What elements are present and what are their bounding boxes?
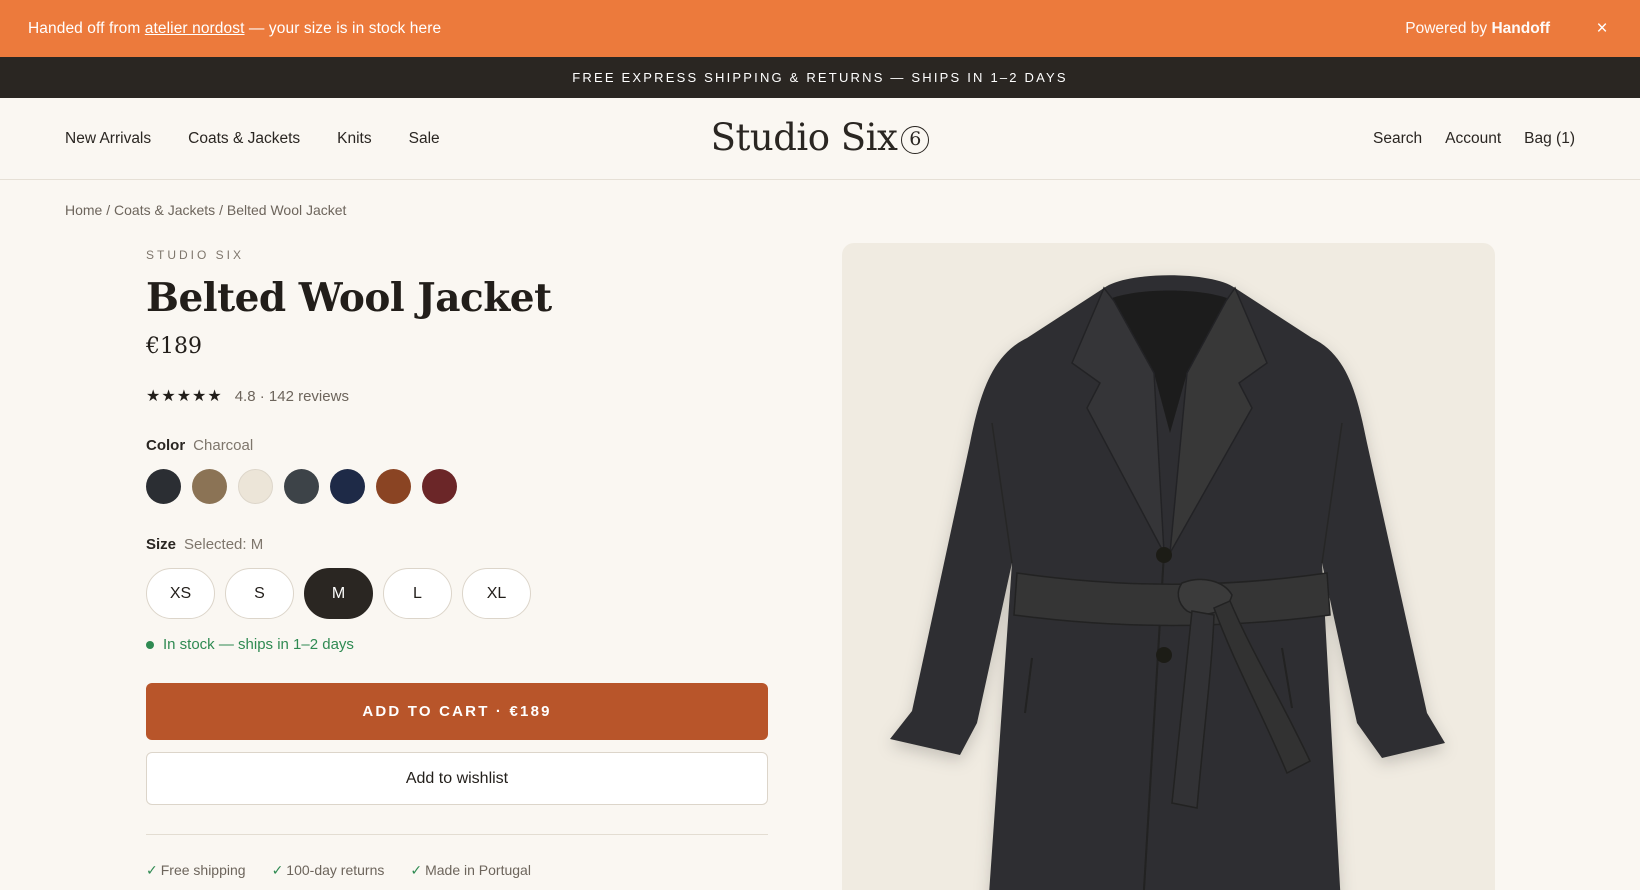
site-header: New Arrivals Coats & Jackets Knits Sale … [0, 98, 1640, 180]
rating-text: 4.8 · 142 reviews [234, 387, 349, 405]
in-stock-dot-icon [146, 640, 154, 649]
size-s-button[interactable]: S [225, 568, 294, 619]
divider [146, 834, 768, 835]
breadcrumb-home[interactable]: Home [65, 202, 102, 218]
breadcrumb-category[interactable]: Coats & Jackets [114, 202, 215, 218]
perk-item: ✓ Made in Portugal [410, 862, 531, 879]
product-brand: STUDIO SIX [146, 248, 245, 262]
nav-bag[interactable]: Bag (1) [1524, 130, 1575, 148]
product-rating[interactable]: ★★★★★ 4.8 · 142 reviews [146, 386, 349, 406]
close-icon[interactable]: × [1592, 18, 1612, 40]
powered-by: Powered by Handoff [1405, 20, 1550, 38]
color-label-title: Color [146, 437, 186, 454]
check-icon: ✓ [271, 862, 284, 878]
stock-text: In stock — ships in 1–2 days [163, 636, 354, 653]
swatch-burgundy[interactable] [422, 469, 457, 504]
swatch-camel[interactable] [192, 469, 227, 504]
color-value: Charcoal [193, 437, 254, 454]
star-rating-icon: ★★★★★ [146, 388, 223, 405]
breadcrumb-current: Belted Wool Jacket [226, 202, 347, 218]
stock-status: In stock — ships in 1–2 days [146, 636, 354, 653]
utility-nav: Search Account Bag (1) [1373, 98, 1575, 180]
powered-brand: Handoff [1491, 19, 1550, 37]
size-label-title: Size [146, 536, 177, 553]
handoff-suffix: — your size is in stock here [244, 19, 442, 37]
shipping-banner: FREE EXPRESS SHIPPING & RETURNS — SHIPS … [0, 57, 1640, 98]
check-icon: ✓ [146, 862, 158, 878]
perks-list: ✓ Free shipping ✓ 100-day returns ✓ Made in… [146, 862, 531, 879]
swatch-cream[interactable] [238, 469, 273, 504]
perk-text: 100-day returns [286, 862, 385, 878]
handoff-banner: Handed off from atelier nordost — your s… [0, 0, 1640, 57]
breadcrumb: Home / Coats & Jackets / Belted Wool Jac… [65, 202, 347, 218]
add-to-wishlist-button[interactable]: Add to wishlist [146, 752, 768, 805]
product-image[interactable] [842, 243, 1495, 890]
swatch-rust[interactable] [376, 469, 411, 504]
nav-account[interactable]: Account [1445, 130, 1501, 148]
swatch-slate[interactable] [284, 469, 319, 504]
perk-text: Made in Portugal [425, 862, 531, 878]
size-xl-button[interactable]: XL [462, 568, 531, 619]
check-icon: ✓ [410, 862, 423, 878]
nav-search[interactable]: Search [1373, 130, 1422, 148]
handoff-message: Handed off from atelier nordost — your s… [28, 20, 1405, 38]
handoff-prefix: Handed off from [28, 19, 145, 37]
swatch-navy[interactable] [330, 469, 365, 504]
product-price: €189 [146, 334, 202, 359]
perk-item: ✓ Free shipping [146, 862, 246, 879]
size-selector: XS S M L XL [146, 568, 531, 619]
add-to-cart-button[interactable]: ADD TO CART · €189 [146, 683, 768, 740]
logo-mark: 6 [901, 126, 930, 154]
logo-text: Studio Six [710, 116, 898, 159]
swatch-charcoal[interactable] [146, 469, 181, 504]
coat-image-icon [890, 275, 1445, 890]
powered-prefix: Powered by [1405, 19, 1492, 37]
size-m-button[interactable]: M [304, 568, 373, 619]
size-xs-button[interactable]: XS [146, 568, 215, 619]
color-label: Color Charcoal [146, 437, 253, 454]
size-l-button[interactable]: L [383, 568, 452, 619]
size-value: Selected: M [184, 536, 264, 553]
product-title: Belted Wool Jacket [146, 275, 552, 321]
size-label: Size Selected: M [146, 536, 263, 553]
perk-text: Free shipping [160, 862, 246, 878]
perk-item: ✓ 100-day returns [272, 862, 385, 879]
color-swatches [146, 469, 457, 504]
handoff-source-link[interactable]: atelier nordost [145, 20, 245, 37]
